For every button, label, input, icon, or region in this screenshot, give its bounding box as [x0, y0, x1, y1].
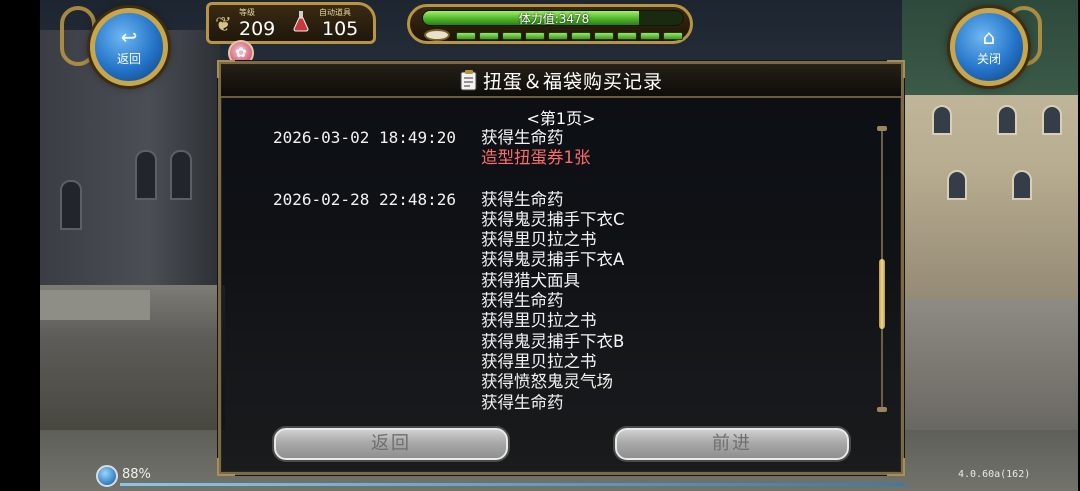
record-item: 获得生命药 — [481, 392, 564, 410]
record-items: 获得生命药 造型扭蛋券1张 — [481, 128, 591, 169]
purchase-record-list[interactable]: 2026-03-02 18:49:20 获得生命药 造型扭蛋券1张 2026-02-2… — [221, 128, 889, 410]
return-arrow-icon: ↩ — [120, 25, 138, 49]
record-item: 获得鬼灵捕手下衣C — [481, 209, 625, 229]
battery-icon — [96, 465, 118, 487]
stamina-gauge: 体力值:3478 — [407, 4, 693, 44]
stamina-bar: 体力值:3478 — [422, 10, 684, 26]
record-item: 获得鬼灵捕手下衣A — [481, 250, 625, 270]
page-indicator: <第1页> — [526, 109, 596, 128]
version-label: 4.0.60a(162) — [958, 469, 1031, 480]
potion-flask-icon — [293, 11, 309, 32]
screen-left-edge — [0, 0, 40, 491]
level-value: 209 — [239, 18, 276, 40]
back-button[interactable]: ↩ 返回 — [90, 8, 168, 86]
stamina-segment — [479, 32, 499, 40]
stamina-segment — [617, 32, 637, 40]
record-item: 获得里贝拉之书 — [481, 351, 597, 371]
record-items: 获得生命药 获得鬼灵捕手下衣C 获得里贝拉之书 获得鬼灵捕手下衣A 获得猎犬面具 获得生命… — [481, 190, 625, 410]
auto-item-label: 自动道具 — [319, 8, 351, 17]
stamina-segment — [525, 32, 545, 40]
stamina-segment — [594, 32, 614, 40]
stamina-segment — [571, 32, 591, 40]
stamina-segments — [456, 32, 683, 40]
stone-ledge-right — [902, 300, 1078, 440]
record-timestamp: 2026-02-28 22:48:26 — [273, 189, 457, 209]
panel-corner-ornament — [217, 458, 235, 476]
stamina-segment — [456, 32, 476, 40]
home-icon: ⌂ — [982, 25, 996, 49]
next-page-button[interactable]: 前进 — [615, 428, 849, 460]
record-item: 获得鬼灵捕手下衣B — [481, 331, 625, 351]
scrollbar[interactable] — [877, 126, 887, 412]
purchase-record-panel: 扭蛋＆福袋购买记录 <第1页> 2026-03-02 18:49:20 获得生命药… — [217, 60, 905, 476]
record-item: 获得生命药 — [481, 128, 564, 147]
bottom-divider-line — [120, 483, 905, 486]
stamina-eye-ornament — [424, 29, 450, 41]
record-item: 获得愤怒鬼灵气场 — [481, 372, 613, 392]
notepad-icon — [460, 70, 477, 91]
record-item: 获得里贝拉之书 — [481, 311, 597, 331]
record-item-highlight: 造型扭蛋券1张 — [481, 148, 591, 168]
scrollbar-bottom-cap — [877, 407, 887, 412]
close-button-label: 关闭 — [976, 52, 1001, 66]
record-item: 获得猎犬面具 — [481, 270, 580, 290]
panel-corner-ornament — [887, 458, 905, 476]
previous-page-button[interactable]: 返回 — [274, 428, 508, 460]
auto-item-value: 105 — [322, 18, 359, 40]
record-item: 获得生命药 — [481, 189, 564, 209]
record-item: 获得生命药 — [481, 291, 564, 311]
stamina-segment — [548, 32, 568, 40]
battery-percentage: 88% — [122, 467, 151, 482]
stamina-value-text: 体力值:3478 — [518, 12, 590, 26]
panel-title: 扭蛋＆福袋购买记录 — [482, 70, 663, 93]
stamina-segment — [640, 32, 660, 40]
panel-header: 扭蛋＆福袋购买记录 — [221, 64, 901, 98]
stamina-segment — [502, 32, 522, 40]
scrollbar-thumb[interactable] — [879, 259, 885, 329]
level-swirl-icon: ❦ — [215, 12, 232, 36]
player-status-plate: ❦ 等级 209 自动道具 105 — [206, 2, 376, 44]
close-button[interactable]: ⌂ 关闭 — [950, 8, 1028, 86]
back-button-label: 返回 — [116, 52, 141, 66]
scrollbar-top-cap — [877, 126, 887, 131]
stone-step-left — [40, 290, 150, 320]
record-timestamp: 2026-03-02 18:49:20 — [273, 128, 457, 147]
level-label: 等级 — [239, 8, 255, 17]
record-item: 获得里贝拉之书 — [481, 230, 597, 250]
stamina-segment — [663, 32, 683, 40]
